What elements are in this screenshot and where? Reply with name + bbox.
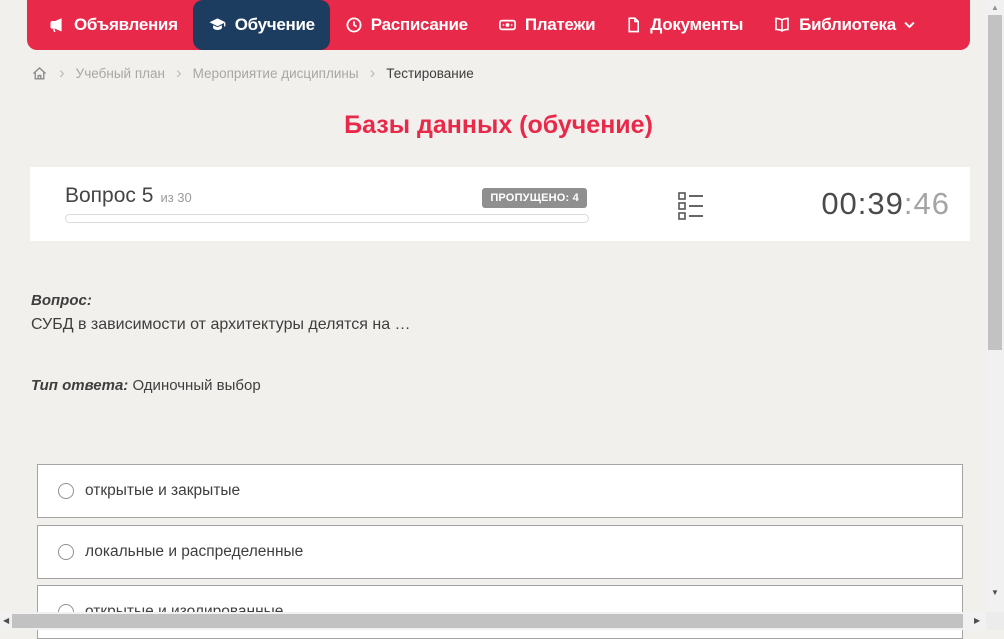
scroll-down-icon[interactable]: ▼ <box>986 588 1004 597</box>
horizontal-scrollbar[interactable]: ◀ ▶ <box>0 612 986 630</box>
breadcrumb-separator: › <box>175 62 182 82</box>
page-title: Базы данных (обучение) <box>344 111 653 139</box>
answer-option[interactable]: открытые и закрытые <box>37 464 963 518</box>
breadcrumb: › Учебный план › Мероприятие дисциплины … <box>31 62 474 84</box>
vertical-scrollbar[interactable]: ▲ ▼ <box>986 0 1004 612</box>
nav-item-schedule[interactable]: Расписание <box>330 0 483 50</box>
vertical-scrollbar-thumb[interactable] <box>988 15 1002 350</box>
skipped-badge: ПРОПУЩЕНО: 4 <box>482 188 587 208</box>
question-text: СУБД в зависимости от архитектуры делятс… <box>31 316 411 333</box>
scrollbar-corner <box>986 612 1004 630</box>
nav-item-label: Документы <box>650 15 744 34</box>
nav-item-label: Расписание <box>370 15 468 34</box>
question-list-icon[interactable] <box>678 191 704 226</box>
question-number: Вопрос 5 из 30 <box>65 184 192 208</box>
breadcrumb-separator: › <box>369 62 376 82</box>
document-icon <box>628 17 640 33</box>
book-icon <box>775 17 789 33</box>
nav-item-label: Библиотека <box>799 15 896 34</box>
nav-item-label: Обучение <box>234 15 315 34</box>
nav-item-label: Платежи <box>524 15 596 34</box>
timer-minutes: 00:39 <box>821 186 904 221</box>
nav-item-announcements[interactable]: Объявления <box>33 0 193 50</box>
scroll-up-icon[interactable]: ▲ <box>986 3 1004 12</box>
breadcrumb-link-curriculum[interactable]: Учебный план <box>76 66 165 81</box>
horizontal-scrollbar-thumb[interactable] <box>12 614 963 628</box>
question-progress-bar <box>65 214 589 223</box>
breadcrumb-link-discipline-event[interactable]: Мероприятие дисциплины <box>193 66 359 81</box>
question-heading: Вопрос: <box>31 292 92 309</box>
answer-type: Тип ответа: Одиночный выбор <box>31 377 261 394</box>
breadcrumb-separator: › <box>59 62 65 82</box>
home-icon[interactable] <box>31 65 48 82</box>
nav-item-label: Объявления <box>74 15 178 34</box>
answer-option-label: открытые и закрытые <box>85 482 241 499</box>
main-navigation: Объявления Обучение Расписание Платежи Д… <box>27 0 970 50</box>
answer-type-label: Тип ответа: <box>31 377 129 394</box>
answer-option-label: локальные и распределенные <box>85 543 304 560</box>
chevron-down-icon <box>904 21 915 29</box>
clock-icon <box>346 17 362 33</box>
megaphone-icon <box>50 18 62 33</box>
radio-button[interactable] <box>58 544 74 560</box>
timer-seconds: :46 <box>903 186 950 221</box>
graduation-cap-icon <box>209 18 226 30</box>
answer-option[interactable]: локальные и распределенные <box>37 525 963 579</box>
banknote-icon <box>498 19 516 31</box>
nav-item-library[interactable]: Библиотека <box>758 0 930 50</box>
timer: 00:39:46 <box>821 186 950 222</box>
scroll-left-icon[interactable]: ◀ <box>3 616 9 625</box>
nav-item-learning[interactable]: Обучение <box>192 0 330 50</box>
nav-item-payments[interactable]: Платежи <box>483 0 610 50</box>
nav-item-documents[interactable]: Документы <box>610 0 758 50</box>
breadcrumb-current: Тестирование <box>386 65 474 81</box>
question-number-label: Вопрос 5 <box>65 184 154 207</box>
question-total: из 30 <box>160 190 192 205</box>
question-header-card: Вопрос 5 из 30 ПРОПУЩЕНО: 4 00:39:46 <box>30 167 970 241</box>
radio-button[interactable] <box>58 483 74 499</box>
scroll-right-icon[interactable]: ▶ <box>974 616 980 625</box>
answer-type-value: Одиночный выбор <box>132 377 261 394</box>
